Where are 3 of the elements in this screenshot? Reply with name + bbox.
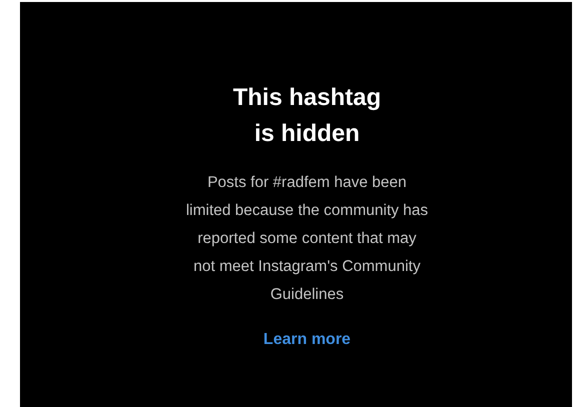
- notice-title: This hashtag is hidden: [232, 83, 382, 149]
- notice-message: Posts for #radfem have been limited because the community has reported some content that may not meet Instagram's Community Guidelines: [186, 173, 428, 305]
- learn-more-link[interactable]: Learn more: [263, 331, 351, 349]
